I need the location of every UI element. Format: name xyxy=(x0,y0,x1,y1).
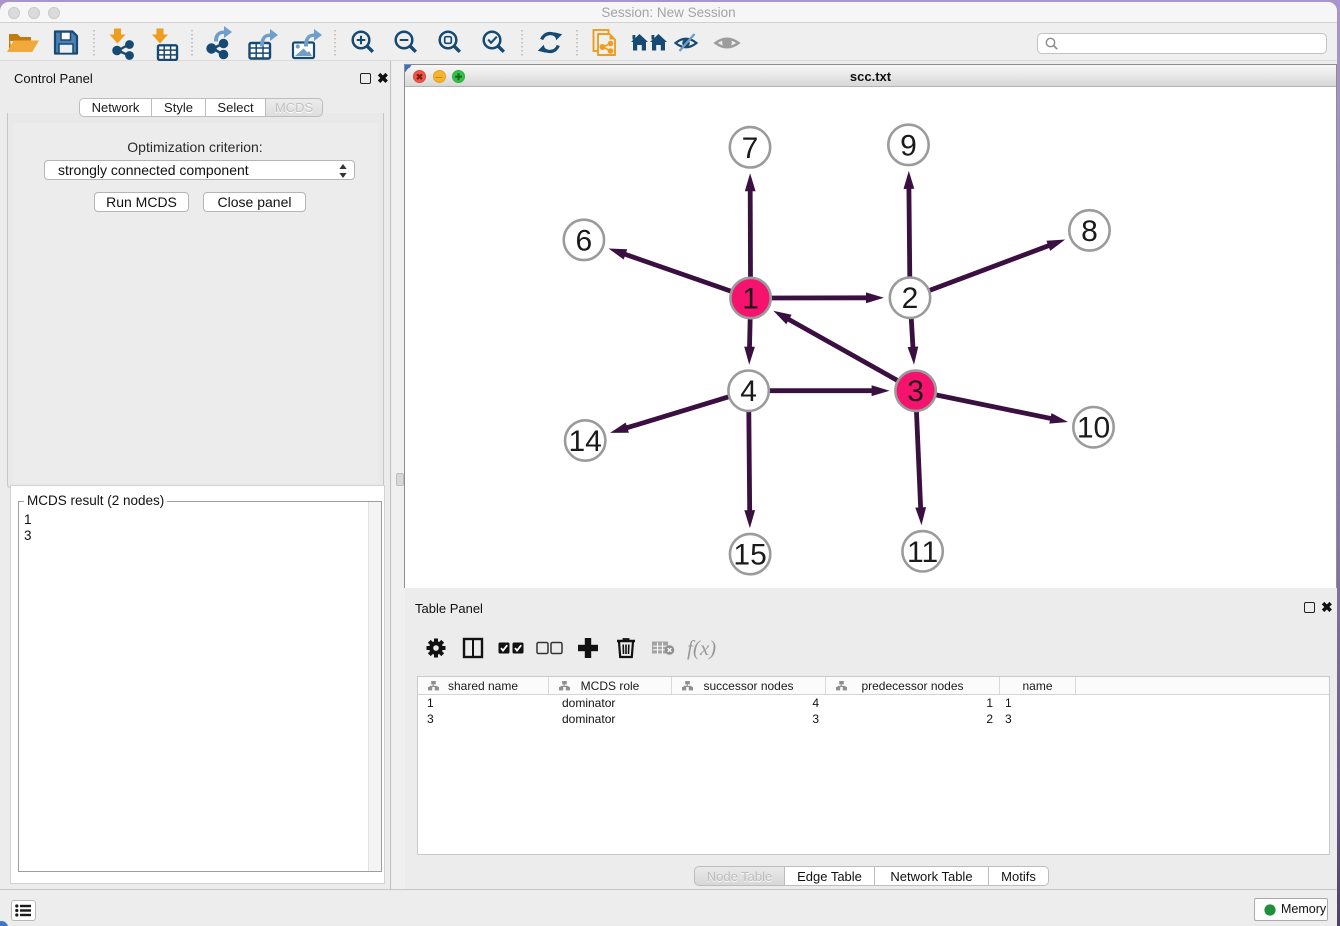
svg-text:1: 1 xyxy=(742,283,759,316)
svg-text:11: 11 xyxy=(907,536,938,569)
svg-text:9: 9 xyxy=(900,129,917,162)
svg-text:10: 10 xyxy=(1077,412,1110,445)
svg-text:4: 4 xyxy=(740,375,757,408)
svg-text:7: 7 xyxy=(742,132,759,165)
svg-text:15: 15 xyxy=(733,539,766,572)
svg-text:3: 3 xyxy=(907,375,924,408)
svg-text:14: 14 xyxy=(569,425,602,458)
svg-text:2: 2 xyxy=(902,282,919,315)
svg-text:6: 6 xyxy=(576,224,593,257)
svg-text:8: 8 xyxy=(1081,215,1098,248)
svg-text:f(x): f(x) xyxy=(687,636,716,660)
